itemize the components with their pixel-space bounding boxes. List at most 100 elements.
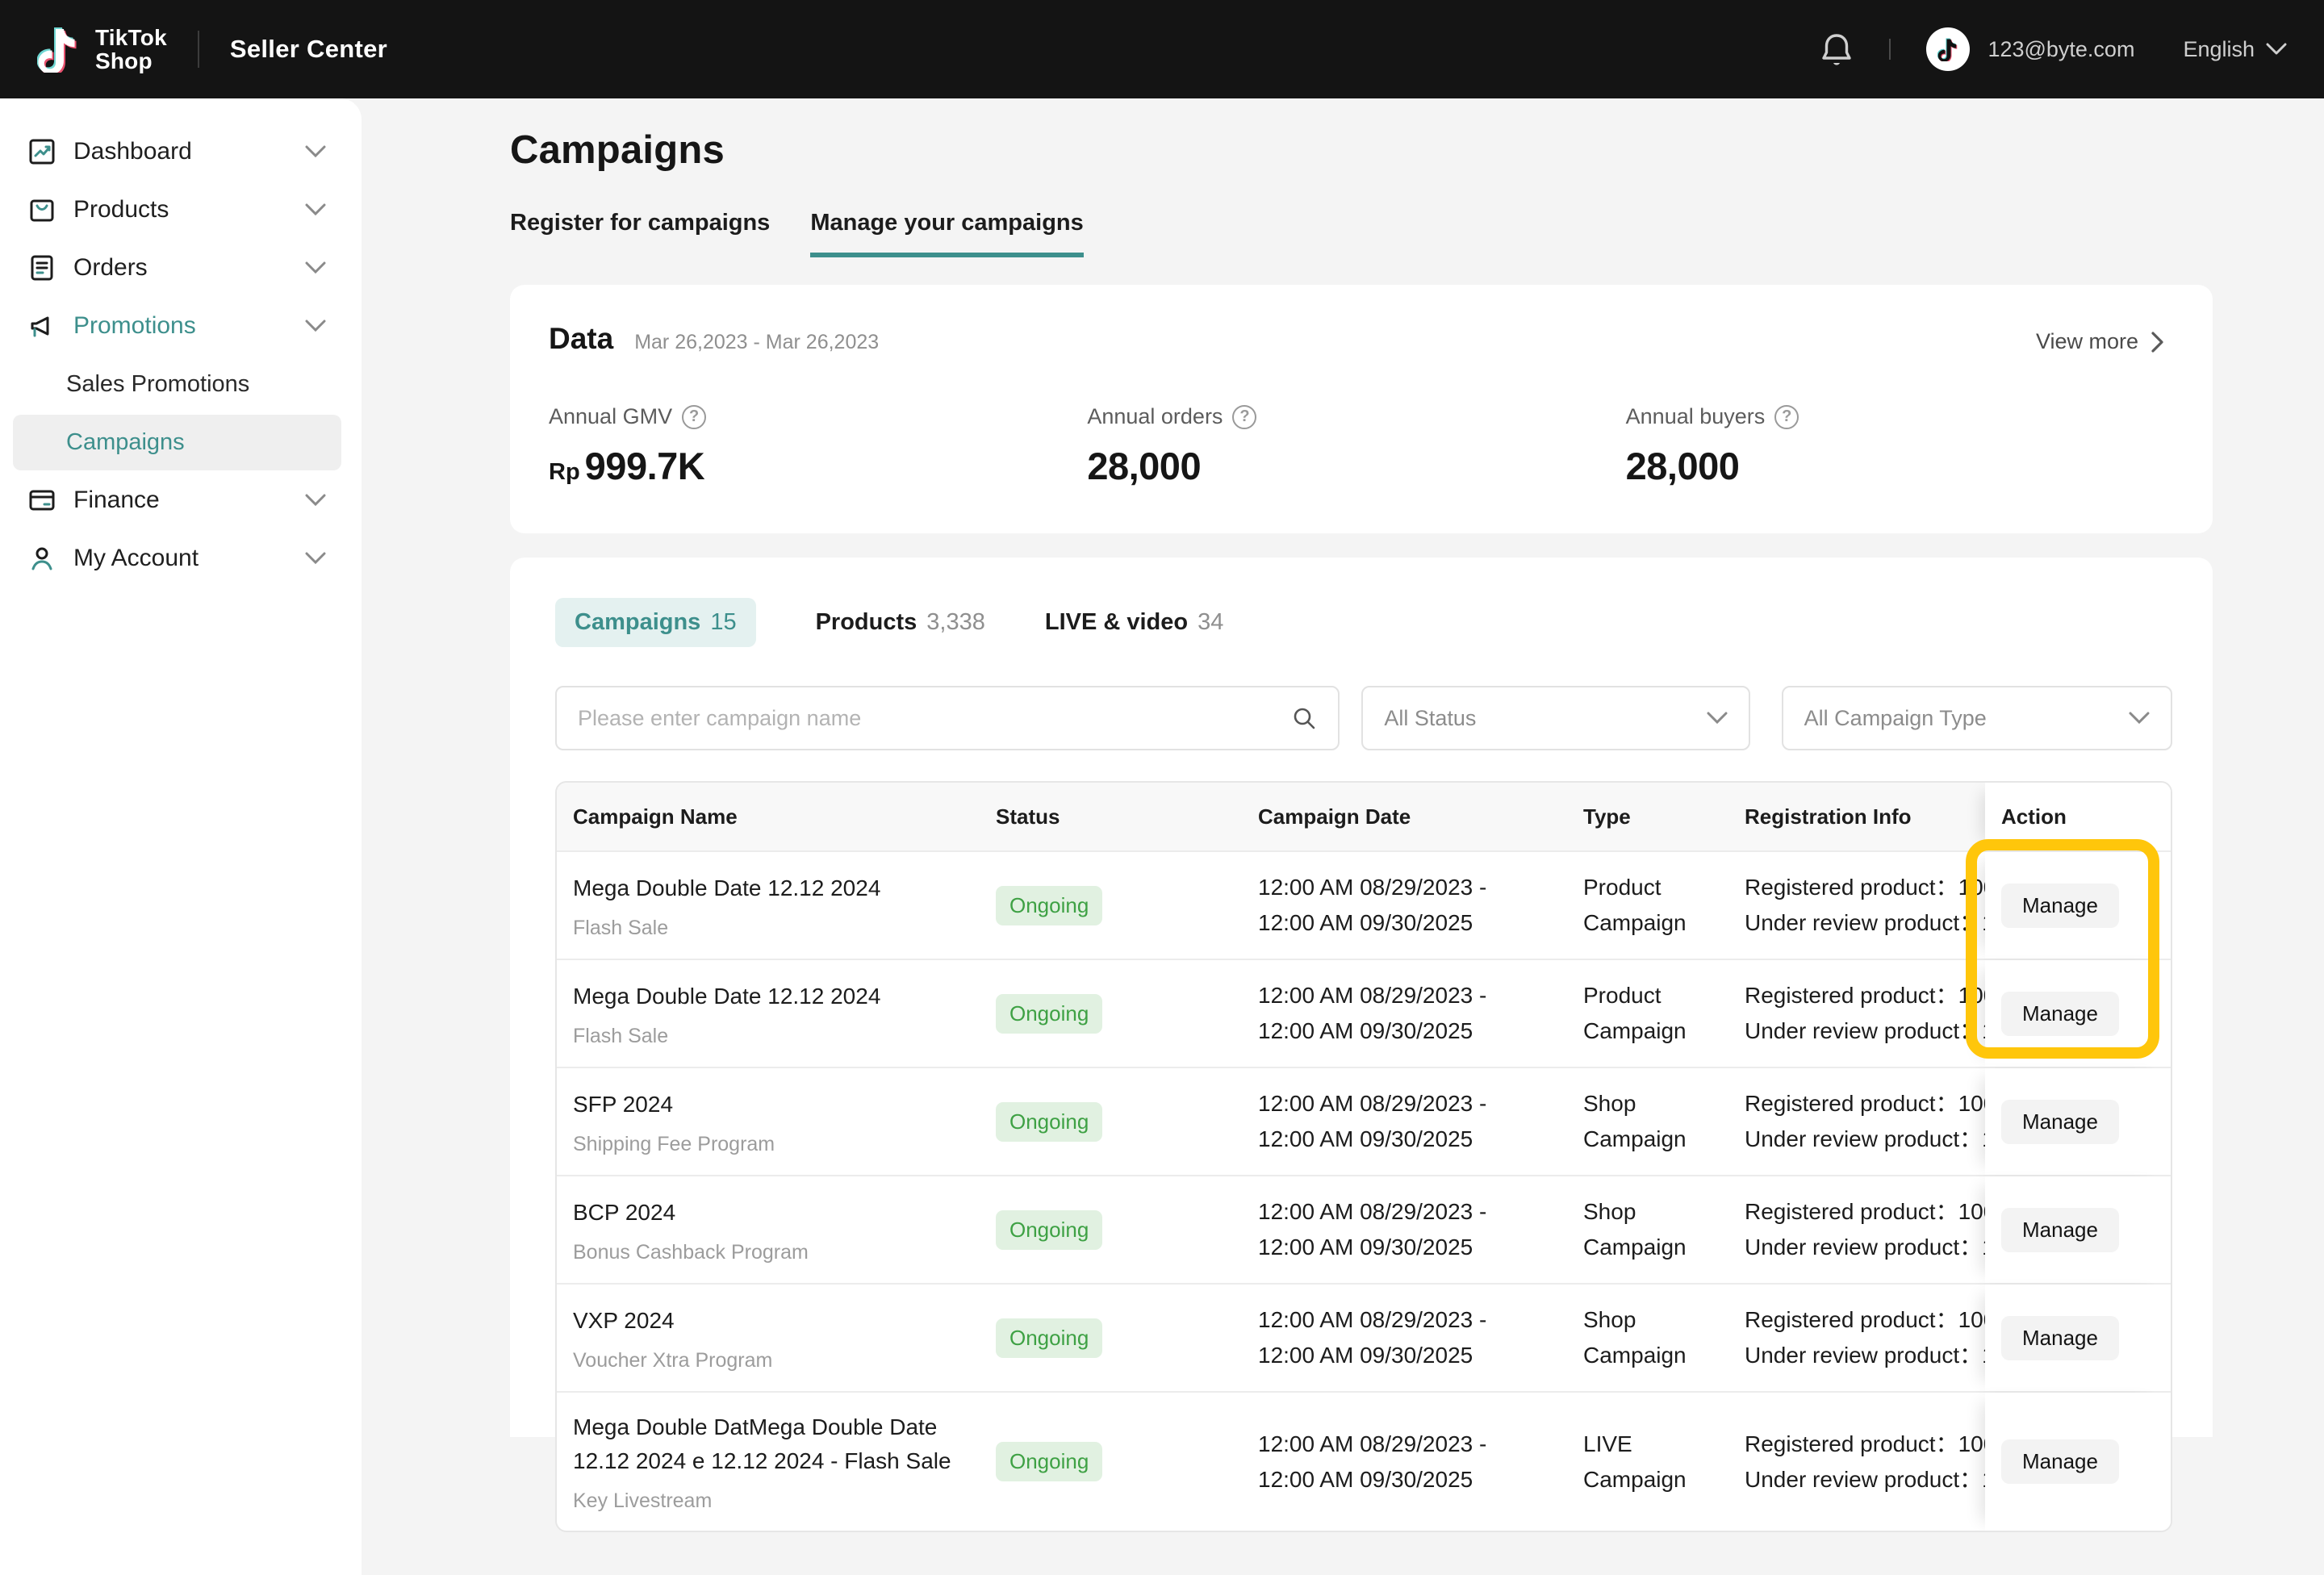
dashboard-icon <box>27 136 57 167</box>
language-selector[interactable]: English <box>2183 37 2287 62</box>
sidebar: Dashboard Products Orders <box>0 98 362 1575</box>
tab-label: Campaigns <box>575 609 700 636</box>
campaign-date: 12:00 AM 08/29/2023 - 12:00 AM 09/30/202… <box>1258 1086 1583 1157</box>
sidebar-item-sales-promotions[interactable]: Sales Promotions <box>0 355 362 413</box>
sidebar-item-label: Products <box>73 196 305 224</box>
campaign-date: 12:00 AM 08/29/2023 - 12:00 AM 09/30/202… <box>1258 870 1583 941</box>
manage-button[interactable]: Manage <box>2001 1100 2119 1144</box>
stat-value: 28,000 <box>1626 444 1740 488</box>
app-title: Seller Center <box>230 35 387 64</box>
campaign-subtitle: Shipping Fee Program <box>573 1133 972 1156</box>
tiktok-note-icon <box>37 26 79 73</box>
campaign-search[interactable] <box>555 686 1340 750</box>
tab-label: LIVE & video <box>1045 609 1188 636</box>
campaigns-card: Campaigns 15 Products 3,338 LIVE & video… <box>510 558 2213 1437</box>
campaign-name: SFP 2024 <box>573 1088 972 1122</box>
stat-label: Annual GMV <box>549 404 672 429</box>
campaign-subtitle: Voucher Xtra Program <box>573 1349 972 1372</box>
help-icon[interactable]: ? <box>1232 405 1256 429</box>
sidebar-item-products[interactable]: Products <box>0 181 362 239</box>
stat-value: 28,000 <box>1087 444 1201 488</box>
sidebar-item-campaigns-pill: Campaigns <box>13 415 341 470</box>
campaign-type-filter-select[interactable]: All Campaign Type <box>1782 686 2172 750</box>
main-content: Campaigns Register for campaigns Manage … <box>362 98 2324 1575</box>
sidebar-subitem-label: Sales Promotions <box>66 371 249 398</box>
page-tabs: Register for campaigns Manage your campa… <box>510 210 2213 257</box>
tab-products[interactable]: Products 3,338 <box>816 609 985 636</box>
manage-button[interactable]: Manage <box>2001 1439 2119 1484</box>
status-badge: Ongoing <box>996 1318 1102 1358</box>
tab-count: 34 <box>1198 609 1223 636</box>
sidebar-item-promotions[interactable]: Promotions <box>0 297 362 355</box>
orders-icon <box>27 253 57 283</box>
search-icon[interactable] <box>1291 705 1317 731</box>
person-icon <box>27 543 57 574</box>
column-campaign-name: Campaign Name <box>557 804 996 829</box>
sidebar-item-orders[interactable]: Orders <box>0 239 362 297</box>
table-row: Mega Double DatMega Double Date 12.12 20… <box>557 1391 2171 1531</box>
entity-tabs: Campaigns 15 Products 3,338 LIVE & video… <box>555 598 2172 647</box>
data-date-range: Mar 26,2023 - Mar 26,2023 <box>634 331 879 354</box>
data-card: Data Mar 26,2023 - Mar 26,2023 View more… <box>510 285 2213 533</box>
stat-label: Annual orders <box>1087 404 1223 429</box>
tiktok-shop-logo[interactable]: TikTok Shop <box>37 26 167 73</box>
column-type: Type <box>1583 804 1745 829</box>
campaign-subtitle: Flash Sale <box>573 917 972 940</box>
top-bar: TikTok Shop Seller Center 123@byte.com E… <box>0 0 2324 98</box>
help-icon[interactable]: ? <box>1774 405 1799 429</box>
help-icon[interactable]: ? <box>682 405 706 429</box>
manage-button[interactable]: Manage <box>2001 992 2119 1036</box>
sidebar-item-label: Dashboard <box>73 138 305 165</box>
status-badge: Ongoing <box>996 1442 1102 1481</box>
sidebar-item-dashboard[interactable]: Dashboard <box>0 123 362 181</box>
tab-live-video[interactable]: LIVE & video 34 <box>1045 609 1224 636</box>
tab-label: Products <box>816 609 917 636</box>
column-status: Status <box>996 804 1258 829</box>
campaign-type-filter-value: All Campaign Type <box>1804 706 1987 731</box>
tab-count: 15 <box>710 609 736 636</box>
table-row: BCP 2024 Bonus Cashback Program Ongoing … <box>557 1175 2171 1283</box>
credit-card-icon <box>27 485 57 516</box>
stat-value: 999.7K <box>585 444 705 488</box>
avatar[interactable] <box>1926 27 1970 71</box>
sidebar-item-label: My Account <box>73 545 305 572</box>
status-filter-select[interactable]: All Status <box>1361 686 1749 750</box>
brand-text: TikTok Shop <box>95 26 167 73</box>
chevron-down-icon <box>2266 43 2287 56</box>
campaign-type: Product Campaign <box>1583 870 1745 941</box>
sidebar-item-label: Promotions <box>73 312 305 340</box>
stat-annual-gmv: Annual GMV ? Rp 999.7K <box>549 404 1087 488</box>
header-divider <box>198 31 199 68</box>
chevron-down-icon <box>305 494 326 507</box>
tab-campaigns[interactable]: Campaigns 15 <box>555 598 756 647</box>
campaign-type: Shop Campaign <box>1583 1086 1745 1157</box>
view-more-link[interactable]: View more <box>2036 329 2164 354</box>
sidebar-item-my-account[interactable]: My Account <box>0 529 362 587</box>
stat-label: Annual buyers <box>1626 404 1766 429</box>
manage-button[interactable]: Manage <box>2001 884 2119 928</box>
stat-annual-orders: Annual orders ? 28,000 <box>1087 404 1625 488</box>
tab-manage-your-campaigns[interactable]: Manage your campaigns <box>810 210 1083 257</box>
campaign-type: Shop Campaign <box>1583 1302 1745 1373</box>
account-email[interactable]: 123@byte.com <box>1988 37 2134 62</box>
manage-button[interactable]: Manage <box>2001 1208 2119 1252</box>
chevron-down-icon <box>2129 712 2150 725</box>
table-header-row: Campaign Name Status Campaign Date Type … <box>557 783 2171 850</box>
campaign-type: Shop Campaign <box>1583 1194 1745 1265</box>
manage-button[interactable]: Manage <box>2001 1316 2119 1360</box>
tab-count: 3,338 <box>926 609 985 636</box>
sidebar-item-campaigns[interactable]: Campaigns <box>0 413 362 471</box>
megaphone-icon <box>27 311 57 341</box>
search-input[interactable] <box>578 706 1291 731</box>
chevron-down-icon <box>305 261 326 274</box>
tab-register-for-campaigns[interactable]: Register for campaigns <box>510 210 770 257</box>
table-row: Mega Double Date 12.12 2024 Flash Sale O… <box>557 959 2171 1067</box>
campaigns-table: Campaign Name Status Campaign Date Type … <box>555 781 2172 1532</box>
table-row: SFP 2024 Shipping Fee Program Ongoing 12… <box>557 1067 2171 1175</box>
column-action: Action <box>1985 783 2171 850</box>
sidebar-item-finance[interactable]: Finance <box>0 471 362 529</box>
column-campaign-date: Campaign Date <box>1258 804 1583 829</box>
bell-icon[interactable] <box>1820 31 1854 68</box>
data-card-title: Data <box>549 322 613 356</box>
campaign-name: Mega Double Date 12.12 2024 <box>573 980 972 1013</box>
